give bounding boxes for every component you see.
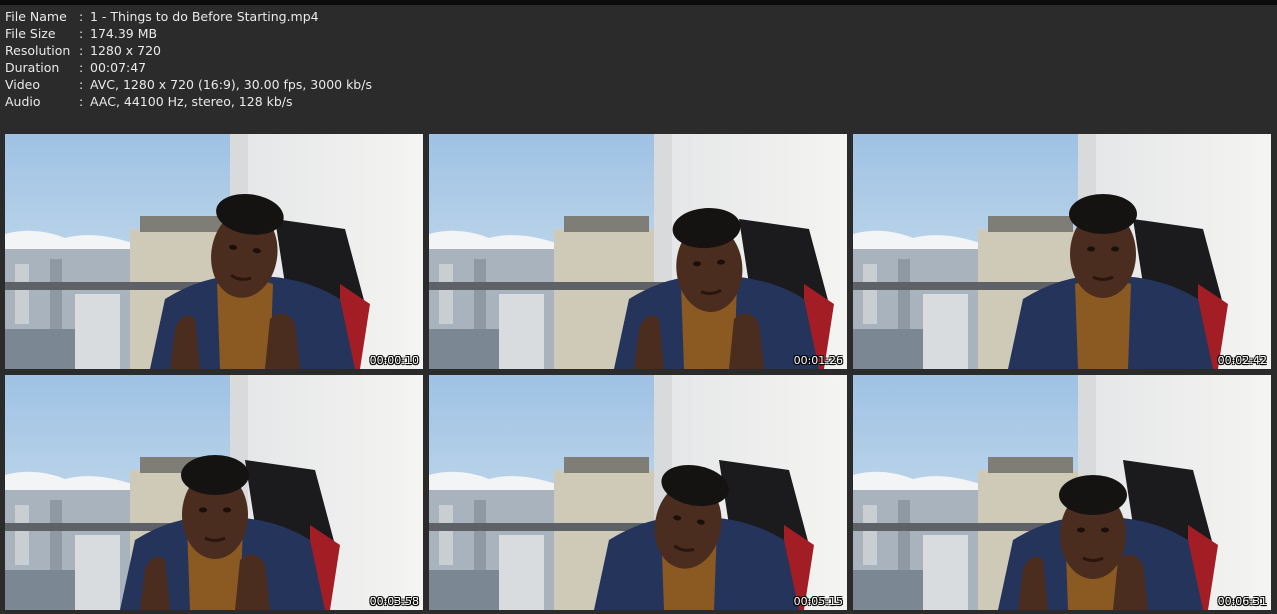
info-value: 00:07:47: [90, 60, 147, 75]
thumbnail-timestamp: 00:05:15: [793, 595, 843, 608]
video-frame-image: [853, 375, 1271, 610]
info-row-duration: Duration : 00:07:47: [5, 59, 372, 76]
info-row-file-size: File Size : 174.39 MB: [5, 25, 372, 42]
video-frame-image: [853, 134, 1271, 369]
info-separator: :: [79, 94, 84, 109]
top-border: [0, 0, 1277, 5]
thumbnail-timestamp: 00:02:42: [1217, 354, 1267, 367]
info-label: File Name: [5, 9, 67, 24]
info-label: Video: [5, 77, 41, 92]
video-thumbnail[interactable]: 00:05:15: [429, 375, 847, 610]
info-label: File Size: [5, 26, 56, 41]
video-frame-image: [5, 134, 423, 369]
info-value: AAC, 44100 Hz, stereo, 128 kb/s: [90, 94, 293, 109]
info-separator: :: [79, 60, 84, 75]
thumbnail-sheet: File Name : 1 - Things to do Before Star…: [0, 0, 1277, 614]
info-row-resolution: Resolution : 1280 x 720: [5, 42, 372, 59]
info-separator: :: [79, 9, 84, 24]
info-label: Audio: [5, 94, 41, 109]
info-label: Duration: [5, 60, 60, 75]
info-value: 174.39 MB: [90, 26, 158, 41]
video-thumbnail[interactable]: 00:02:42: [853, 134, 1271, 369]
video-frame-image: [5, 375, 423, 610]
info-label: Resolution: [5, 43, 71, 58]
info-value: 1280 x 720: [90, 43, 162, 58]
video-thumbnail[interactable]: 00:06:31: [853, 375, 1271, 610]
thumbnail-timestamp: 00:06:31: [1217, 595, 1267, 608]
info-value: 1 - Things to do Before Starting.mp4: [90, 9, 319, 24]
video-thumbnail[interactable]: 00:03:58: [5, 375, 423, 610]
info-separator: :: [79, 43, 84, 58]
thumbnail-timestamp: 00:01:26: [793, 354, 843, 367]
video-frame-image: [429, 375, 847, 610]
info-row-video: Video : AVC, 1280 x 720 (16:9), 30.00 fp…: [5, 76, 372, 93]
info-value: AVC, 1280 x 720 (16:9), 30.00 fps, 3000 …: [90, 77, 372, 92]
info-separator: :: [79, 26, 84, 41]
info-row-audio: Audio : AAC, 44100 Hz, stereo, 128 kb/s: [5, 93, 372, 110]
video-thumbnail[interactable]: 00:01:26: [429, 134, 847, 369]
thumbnail-timestamp: 00:03:58: [369, 595, 419, 608]
file-info-panel: File Name : 1 - Things to do Before Star…: [5, 8, 372, 110]
info-separator: :: [79, 77, 84, 92]
info-row-file-name: File Name : 1 - Things to do Before Star…: [5, 8, 372, 25]
thumbnail-timestamp: 00:00:10: [369, 354, 419, 367]
video-thumbnail[interactable]: 00:00:10: [5, 134, 423, 369]
video-frame-image: [429, 134, 847, 369]
